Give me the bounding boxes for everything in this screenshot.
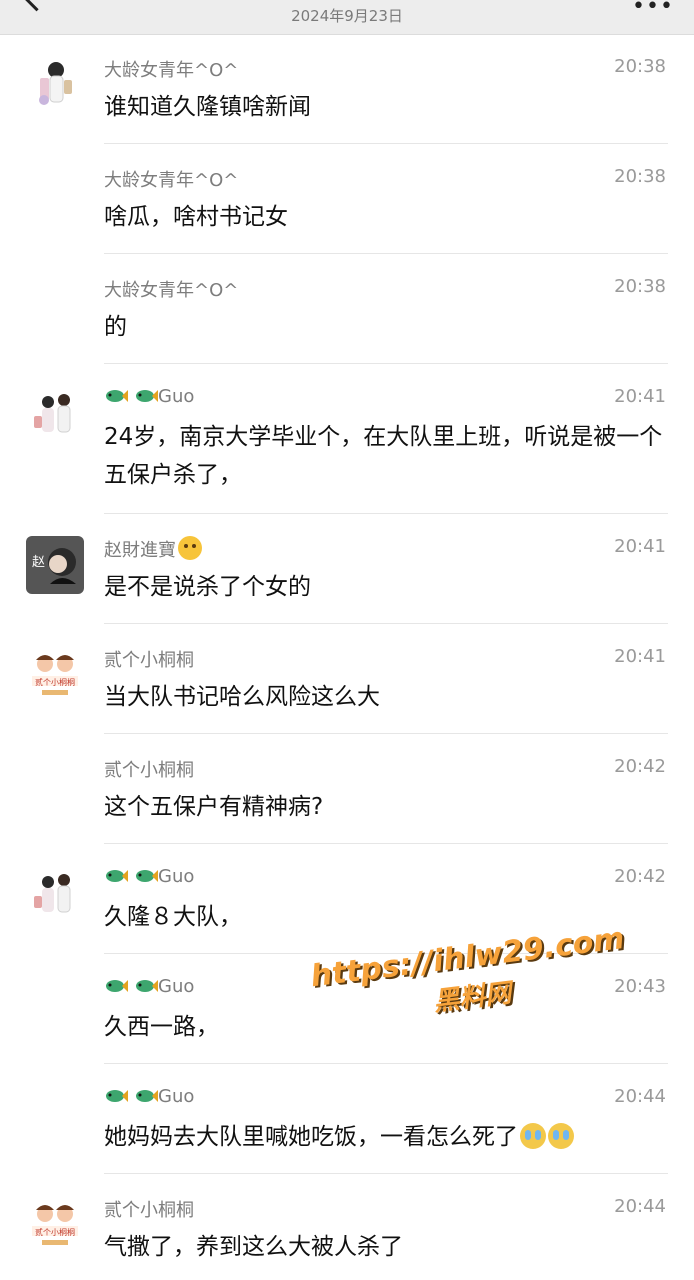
message-text: 这个五保户有精神病? bbox=[104, 794, 324, 820]
message-text: 气撒了，养到这么大被人杀了 bbox=[104, 1234, 403, 1260]
message-row: Guo 20:44 她妈妈去大队里喊她吃饭，一看怎么死了 bbox=[0, 1064, 694, 1174]
message-time: 20:41 bbox=[614, 386, 666, 407]
message-row: 贰个小桐桐 贰个小桐桐 20:41 当大队书记哈么风险这么大 bbox=[0, 624, 694, 734]
message-text: 的 bbox=[104, 314, 127, 340]
sender-name: 贰个小桐桐 bbox=[104, 760, 194, 781]
message-row: 大龄女青年^O^ 20:38 的 bbox=[0, 254, 694, 364]
message-text: 啥瓜，啥村书记女 bbox=[104, 204, 288, 230]
sender-name: Guo bbox=[104, 1086, 194, 1107]
message-row: 贰个小桐桐 20:42 这个五保户有精神病? bbox=[0, 734, 694, 844]
message-time: 20:38 bbox=[614, 276, 666, 297]
avatar-zhao-char: 赵 bbox=[32, 555, 45, 570]
message-text: 是不是说杀了个女的 bbox=[104, 574, 311, 600]
message-time: 20:42 bbox=[614, 756, 666, 777]
sender-name-text: 赵財進寶 bbox=[104, 540, 176, 561]
avatar-couple-illustration[interactable] bbox=[26, 866, 84, 924]
message-text: 当大队书记哈么风险这么大 bbox=[104, 684, 380, 710]
message-time: 20:41 bbox=[614, 536, 666, 557]
message-row: Guo 20:41 24岁，南京大学毕业个，在大队里上班，听说是被一个五保户杀了… bbox=[0, 364, 694, 514]
message-time: 20:41 bbox=[614, 646, 666, 667]
message-text: 她妈妈去大队里喊她吃饭，一看怎么死了 bbox=[104, 1118, 669, 1156]
sender-name: 赵財進寶 bbox=[104, 536, 202, 562]
sender-name: Guo bbox=[104, 386, 194, 407]
sender-name-text: Guo bbox=[158, 386, 195, 407]
sender-name: 大龄女青年^O^ bbox=[104, 60, 239, 81]
message-row: 大龄女青年^O^ 20:38 啥瓜，啥村书记女 bbox=[0, 144, 694, 254]
fish-icon bbox=[106, 1090, 128, 1102]
sender-name-text: Guo bbox=[158, 1086, 195, 1107]
fish-icon bbox=[106, 390, 128, 402]
message-row: 赵 赵財進寶 20:41 是不是说杀了个女的 bbox=[0, 514, 694, 624]
avatar-girl-illustration[interactable] bbox=[26, 56, 84, 114]
avatar-tong-cartoon[interactable]: 贰个小桐桐 bbox=[26, 646, 84, 704]
message-time: 20:44 bbox=[614, 1086, 666, 1107]
message-time: 20:38 bbox=[614, 166, 666, 187]
sender-name: 大龄女青年^O^ bbox=[104, 280, 239, 301]
crying-emoji-icon bbox=[548, 1123, 574, 1149]
fish-icon bbox=[136, 1090, 158, 1102]
sender-name: 贰个小桐桐 bbox=[104, 650, 194, 671]
sender-name-text: Guo bbox=[158, 976, 195, 997]
message-time: 20:44 bbox=[614, 1196, 666, 1217]
message-text-body: 她妈妈去大队里喊她吃饭，一看怎么死了 bbox=[104, 1124, 518, 1150]
sender-name: 贰个小桐桐 bbox=[104, 1200, 194, 1221]
message-time: 20:38 bbox=[614, 56, 666, 77]
fish-icon bbox=[106, 980, 128, 992]
sender-name: Guo bbox=[104, 976, 194, 997]
fish-icon bbox=[136, 980, 158, 992]
message-row: 贰个小桐桐 贰个小桐桐 20:44 气撒了，养到这么大被人杀了 bbox=[0, 1174, 694, 1280]
avatar-couple-illustration[interactable] bbox=[26, 386, 84, 444]
message-text: 谁知道久隆镇啥新闻 bbox=[104, 94, 311, 120]
chat-header: 2024年9月23日 ••• bbox=[0, 0, 694, 35]
crying-emoji-icon bbox=[520, 1123, 546, 1149]
more-options-icon[interactable]: ••• bbox=[632, 0, 674, 19]
chat-date-subtitle: 2024年9月23日 bbox=[291, 7, 403, 25]
fish-icon bbox=[136, 390, 158, 402]
avatar-tong-caption: 贰个小桐桐 bbox=[35, 677, 75, 687]
message-text: 24岁，南京大学毕业个，在大队里上班，听说是被一个五保户杀了， bbox=[104, 424, 663, 488]
message-row: 大龄女青年^O^ 20:38 谁知道久隆镇啥新闻 bbox=[0, 34, 694, 144]
sender-name: 大龄女青年^O^ bbox=[104, 170, 239, 191]
avatar-tong-caption: 贰个小桐桐 bbox=[35, 1227, 75, 1237]
avatar-tong-cartoon[interactable]: 贰个小桐桐 bbox=[26, 1196, 84, 1254]
smile-emoji-icon bbox=[178, 536, 202, 560]
fish-icon bbox=[106, 870, 128, 882]
message-time: 20:42 bbox=[614, 866, 666, 887]
sender-name-text: Guo bbox=[158, 866, 195, 887]
sender-name: Guo bbox=[104, 866, 194, 887]
fish-icon bbox=[136, 870, 158, 882]
avatar-zhao[interactable]: 赵 bbox=[26, 536, 84, 594]
